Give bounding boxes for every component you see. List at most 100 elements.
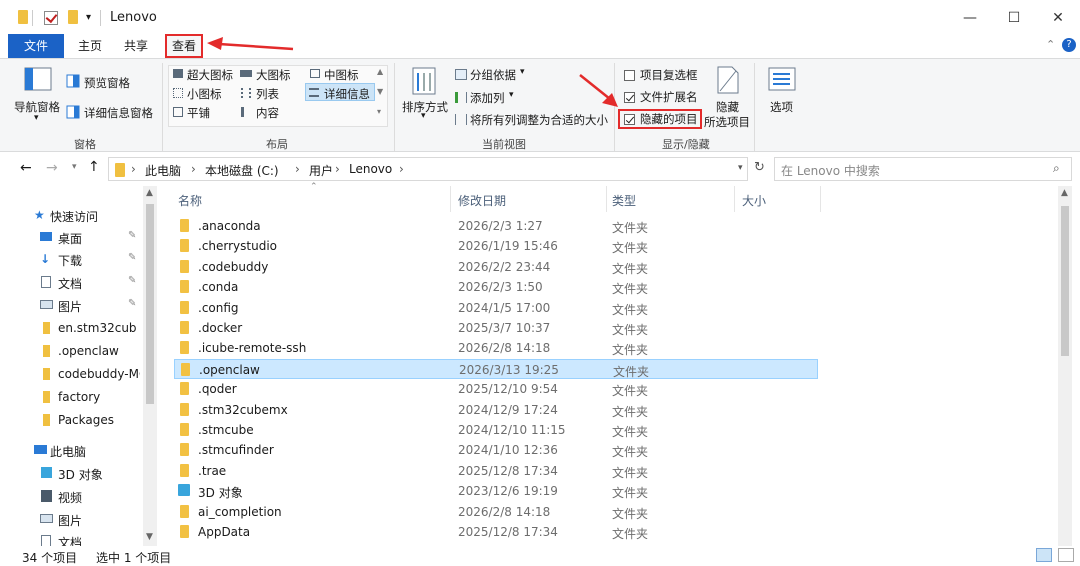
file-name: .trae [198, 463, 227, 478]
gallery-scroll-down-icon[interactable]: ▼ [377, 87, 383, 96]
table-row[interactable]: .codebuddy 2026/2/2 23:44 文件夹 [174, 257, 818, 277]
new-folder-icon[interactable] [68, 10, 78, 24]
collapse-ribbon-icon[interactable]: ⌃ [1046, 38, 1055, 51]
properties-check-icon[interactable] [44, 11, 58, 25]
table-row[interactable]: .openclaw 2026/3/13 19:25 文件夹 [174, 358, 818, 379]
table-row[interactable]: .config 2024/1/5 17:00 文件夹 [174, 298, 818, 318]
computer-icon [34, 445, 47, 454]
hidden-items-checkbox[interactable] [624, 114, 635, 125]
fit-columns-button[interactable]: 将所有列调整为合适的大小 [470, 112, 608, 128]
hide-selected-label-1[interactable]: 隐藏 [716, 99, 739, 115]
back-icon[interactable]: ← [20, 160, 32, 176]
table-row[interactable]: AppData 2025/12/8 17:34 文件夹 [174, 522, 818, 542]
divider[interactable] [606, 186, 607, 212]
table-row[interactable]: .trae 2025/12/8 17:34 文件夹 [174, 461, 818, 481]
nav-this-pc[interactable]: 此电脑 [0, 439, 140, 461]
nav-quick-access[interactable]: ★ 快速访问 [0, 204, 140, 226]
recent-locations-icon[interactable]: ▾ [72, 162, 77, 172]
layout-list[interactable]: 列表 [256, 86, 279, 102]
column-header-date[interactable]: 修改日期 [458, 192, 506, 209]
layout-extra-large-icons[interactable]: 超大图标 [187, 67, 233, 83]
breadcrumb-local-disk[interactable]: 本地磁盘 (C:) [205, 162, 279, 179]
nav-item-pictures[interactable]: 图片 ✎ [0, 294, 140, 316]
divider[interactable] [450, 186, 451, 212]
scroll-thumb[interactable] [146, 204, 154, 404]
divider[interactable] [820, 186, 821, 212]
table-row[interactable]: .qoder 2025/12/10 9:54 文件夹 [174, 379, 818, 399]
nav-item-en-stm32cub[interactable]: en.stm32cub [0, 317, 140, 339]
column-header-name[interactable]: 名称 [178, 192, 202, 209]
forward-icon[interactable]: → [46, 160, 58, 176]
tab-file[interactable]: 文件 [8, 34, 64, 58]
table-row[interactable]: .stm32cubemx 2024/12/9 17:24 文件夹 [174, 400, 818, 420]
layout-large-icons[interactable]: 大图标 [256, 67, 291, 83]
maximize-button[interactable]: ☐ [1004, 8, 1024, 28]
customize-toolbar-icon[interactable]: ▾ [86, 12, 91, 28]
column-header-size[interactable]: 大小 [742, 192, 766, 209]
table-row[interactable]: 3D 对象 2023/12/6 19:19 文件夹 [174, 481, 818, 501]
scroll-up-icon[interactable]: ▲ [1061, 188, 1068, 198]
search-icon[interactable]: ⌕ [1053, 161, 1060, 176]
table-row[interactable]: .docker 2025/3/7 10:37 文件夹 [174, 318, 818, 338]
breadcrumb-lenovo[interactable]: Lenovo [349, 162, 392, 176]
divider[interactable] [734, 186, 735, 212]
table-row[interactable]: ai_completion 2026/2/8 14:18 文件夹 [174, 502, 818, 522]
gallery-more-icon[interactable]: ▾ [377, 107, 381, 116]
layout-details[interactable]: 详细信息 [324, 86, 370, 102]
breadcrumb-users[interactable]: 用户 [309, 162, 333, 179]
nav-item-pc-pictures[interactable]: 图片 [0, 508, 140, 530]
search-box[interactable]: 在 Lenovo 中搜索 ⌕ [774, 157, 1072, 181]
nav-item-downloads[interactable]: ↓ 下载 ✎ [0, 248, 140, 270]
layout-tiles[interactable]: 平铺 [187, 105, 210, 121]
search-input[interactable]: 在 Lenovo 中搜索 [781, 162, 880, 179]
gallery-scroll-up-icon[interactable]: ▲ [377, 67, 383, 76]
address-dropdown-icon[interactable]: ▾ [738, 163, 743, 173]
tab-view[interactable]: 查看 [165, 34, 203, 58]
tab-home[interactable]: 主页 [70, 34, 110, 58]
scroll-thumb[interactable] [1061, 206, 1069, 356]
large-icons-view-icon[interactable] [1058, 548, 1074, 562]
nav-item-openclaw[interactable]: .openclaw [0, 340, 140, 362]
file-list-scrollbar[interactable]: ▲ [1058, 186, 1072, 546]
scroll-up-icon[interactable]: ▲ [146, 188, 153, 198]
minimize-button[interactable]: — [960, 8, 980, 28]
options-button[interactable]: 选项 [770, 99, 793, 115]
nav-item-desktop[interactable]: 桌面 ✎ [0, 226, 140, 248]
scroll-down-icon[interactable]: ▼ [146, 532, 153, 542]
nav-item-3d-objects[interactable]: 3D 对象 [0, 462, 140, 484]
up-icon[interactable]: ↑ [88, 159, 100, 175]
file-type: 文件夹 [612, 445, 649, 460]
item-checkboxes-checkbox[interactable] [624, 70, 635, 81]
table-row[interactable]: .stmcube 2024/12/10 11:15 文件夹 [174, 420, 818, 440]
table-row[interactable]: .conda 2026/2/3 1:50 文件夹 [174, 277, 818, 297]
layout-small-icons[interactable]: 小图标 [187, 86, 222, 102]
folder-icon [180, 321, 189, 334]
column-header-type[interactable]: 类型 [612, 192, 636, 209]
layout-content[interactable]: 内容 [256, 105, 279, 121]
group-by-button[interactable]: 分组依据 [470, 67, 516, 83]
table-row[interactable]: .stmcufinder 2024/1/10 12:36 文件夹 [174, 440, 818, 460]
file-extensions-checkbox[interactable] [624, 92, 635, 103]
table-row[interactable]: .cherrystudio 2026/1/19 15:46 文件夹 [174, 236, 818, 256]
details-pane-button[interactable]: 详细信息窗格 [84, 105, 153, 121]
nav-item-factory[interactable]: factory [0, 386, 140, 408]
preview-pane-button[interactable]: 预览窗格 [84, 75, 130, 91]
table-row[interactable]: .anaconda 2026/2/3 1:27 文件夹 [174, 216, 818, 236]
add-columns-button[interactable]: 添加列 [470, 90, 505, 106]
details-view-icon[interactable] [1036, 548, 1052, 562]
table-row[interactable]: .icube-remote-ssh 2026/2/8 14:18 文件夹 [174, 338, 818, 358]
refresh-icon[interactable]: ↻ [754, 160, 765, 175]
breadcrumb-this-pc[interactable]: 此电脑 [145, 162, 181, 179]
close-button[interactable]: ✕ [1048, 8, 1068, 28]
address-bar[interactable]: › 此电脑 › 本地磁盘 (C:) › 用户 › Lenovo › [108, 157, 748, 181]
hide-selected-label-2[interactable]: 所选项目 [704, 114, 750, 130]
nav-item-packages[interactable]: Packages [0, 409, 140, 431]
layout-medium-icons[interactable]: 中图标 [324, 67, 359, 83]
nav-item-documents[interactable]: 文档 ✎ [0, 271, 140, 293]
nav-item-videos[interactable]: 视频 [0, 485, 140, 507]
tab-share[interactable]: 共享 [116, 34, 156, 58]
chevron-down-icon: ▾ [34, 113, 39, 123]
nav-item-codebuddy[interactable]: codebuddy-MC [0, 363, 140, 385]
help-icon[interactable]: ? [1062, 38, 1076, 52]
nav-scrollbar[interactable]: ▲ ▼ [143, 186, 157, 546]
